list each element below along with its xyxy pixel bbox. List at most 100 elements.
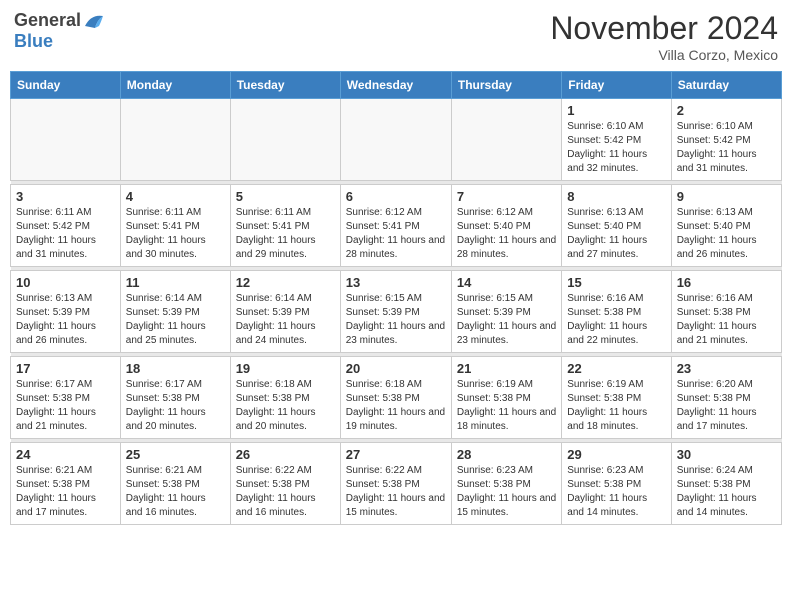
- day-number: 11: [126, 275, 225, 290]
- day-info: Sunrise: 6:23 AM Sunset: 5:38 PM Dayligh…: [457, 464, 556, 520]
- logo-general-text: General: [14, 10, 81, 31]
- calendar-cell: 19Sunrise: 6:18 AM Sunset: 5:38 PM Dayli…: [230, 357, 340, 439]
- column-header-tuesday: Tuesday: [230, 72, 340, 99]
- title-section: November 2024 Villa Corzo, Mexico: [550, 10, 778, 63]
- logo: General Blue: [14, 10, 105, 52]
- calendar-cell: [11, 99, 121, 181]
- calendar-cell: [230, 99, 340, 181]
- day-number: 16: [677, 275, 776, 290]
- day-info: Sunrise: 6:21 AM Sunset: 5:38 PM Dayligh…: [126, 464, 225, 520]
- calendar-cell: 29 Sunrise: 6:23 AM Sunset: 5:38 PM Dayli…: [562, 443, 671, 525]
- day-info: Sunrise: 6:24 AM Sunset: 5:38 PM Dayligh…: [677, 464, 776, 520]
- day-number: 19: [236, 361, 335, 376]
- calendar-cell: 28 Sunrise: 6:23 AM Sunset: 5:38 PM Dayli…: [451, 443, 561, 525]
- day-number: 26: [236, 447, 335, 462]
- calendar-header-row: SundayMondayTuesdayWednesdayThursdayFrid…: [11, 72, 782, 99]
- calendar-cell: 14Sunrise: 6:15 AM Sunset: 5:39 PM Dayli…: [451, 271, 561, 353]
- day-info: Sunrise: 6:18 AM Sunset: 5:38 PM Dayligh…: [346, 378, 446, 434]
- day-info: Sunrise: 6:12 AM Sunset: 5:40 PM Dayligh…: [457, 206, 556, 262]
- calendar-cell: 9Sunrise: 6:13 AM Sunset: 5:40 PM Daylig…: [671, 185, 781, 267]
- day-info: Sunrise: 6:20 AM Sunset: 5:38 PM Dayligh…: [677, 378, 776, 434]
- calendar-cell: 21 Sunrise: 6:19 AM Sunset: 5:38 PM Dayli…: [451, 357, 561, 439]
- calendar-cell: [340, 99, 451, 181]
- calendar-cell: 24 Sunrise: 6:21 AM Sunset: 5:38 PM Dayli…: [11, 443, 121, 525]
- day-number: 18: [126, 361, 225, 376]
- day-info: Sunrise: 6:13 AM Sunset: 5:40 PM Dayligh…: [677, 206, 776, 262]
- day-info: Sunrise: 6:13 AM Sunset: 5:39 PM Dayligh…: [16, 292, 115, 348]
- location-subtitle: Villa Corzo, Mexico: [550, 47, 778, 63]
- page-header: General Blue November 2024 Villa Corzo, …: [10, 10, 782, 63]
- day-number: 15: [567, 275, 665, 290]
- logo-bird-icon: [83, 12, 105, 30]
- calendar-cell: 1Sunrise: 6:10 AM Sunset: 5:42 PM Daylig…: [562, 99, 671, 181]
- day-info: Sunrise: 6:16 AM Sunset: 5:38 PM Dayligh…: [567, 292, 665, 348]
- day-info: Sunrise: 6:23 AM Sunset: 5:38 PM Dayligh…: [567, 464, 665, 520]
- calendar-week-row: 1Sunrise: 6:10 AM Sunset: 5:42 PM Daylig…: [11, 99, 782, 181]
- day-number: 25: [126, 447, 225, 462]
- day-info: Sunrise: 6:15 AM Sunset: 5:39 PM Dayligh…: [457, 292, 556, 348]
- calendar-cell: 2Sunrise: 6:10 AM Sunset: 5:42 PM Daylig…: [671, 99, 781, 181]
- day-info: Sunrise: 6:19 AM Sunset: 5:38 PM Dayligh…: [567, 378, 665, 434]
- day-number: 21: [457, 361, 556, 376]
- day-info: Sunrise: 6:11 AM Sunset: 5:42 PM Dayligh…: [16, 206, 115, 262]
- calendar-cell: 10 Sunrise: 6:13 AM Sunset: 5:39 PM Dayli…: [11, 271, 121, 353]
- day-number: 5: [236, 189, 335, 204]
- column-header-monday: Monday: [120, 72, 230, 99]
- calendar-cell: 7 Sunrise: 6:12 AM Sunset: 5:40 PM Daylig…: [451, 185, 561, 267]
- calendar-cell: 15 Sunrise: 6:16 AM Sunset: 5:38 PM Dayli…: [562, 271, 671, 353]
- calendar-cell: [451, 99, 561, 181]
- calendar-table: SundayMondayTuesdayWednesdayThursdayFrid…: [10, 71, 782, 525]
- column-header-saturday: Saturday: [671, 72, 781, 99]
- calendar-cell: 23Sunrise: 6:20 AM Sunset: 5:38 PM Dayli…: [671, 357, 781, 439]
- day-number: 27: [346, 447, 446, 462]
- day-number: 22: [567, 361, 665, 376]
- calendar-cell: 22 Sunrise: 6:19 AM Sunset: 5:38 PM Dayli…: [562, 357, 671, 439]
- day-number: 17: [16, 361, 115, 376]
- column-header-friday: Friday: [562, 72, 671, 99]
- calendar-cell: 18 Sunrise: 6:17 AM Sunset: 5:38 PM Dayli…: [120, 357, 230, 439]
- calendar-cell: 16 Sunrise: 6:16 AM Sunset: 5:38 PM Dayli…: [671, 271, 781, 353]
- day-number: 20: [346, 361, 446, 376]
- day-number: 3: [16, 189, 115, 204]
- day-info: Sunrise: 6:14 AM Sunset: 5:39 PM Dayligh…: [236, 292, 335, 348]
- day-info: Sunrise: 6:15 AM Sunset: 5:39 PM Dayligh…: [346, 292, 446, 348]
- day-info: Sunrise: 6:21 AM Sunset: 5:38 PM Dayligh…: [16, 464, 115, 520]
- day-info: Sunrise: 6:10 AM Sunset: 5:42 PM Dayligh…: [677, 120, 776, 176]
- column-header-thursday: Thursday: [451, 72, 561, 99]
- day-info: Sunrise: 6:19 AM Sunset: 5:38 PM Dayligh…: [457, 378, 556, 434]
- calendar-cell: 20 Sunrise: 6:18 AM Sunset: 5:38 PM Dayli…: [340, 357, 451, 439]
- calendar-cell: 8Sunrise: 6:13 AM Sunset: 5:40 PM Daylig…: [562, 185, 671, 267]
- day-info: Sunrise: 6:14 AM Sunset: 5:39 PM Dayligh…: [126, 292, 225, 348]
- day-info: Sunrise: 6:17 AM Sunset: 5:38 PM Dayligh…: [126, 378, 225, 434]
- month-title: November 2024: [550, 10, 778, 47]
- column-header-sunday: Sunday: [11, 72, 121, 99]
- day-info: Sunrise: 6:11 AM Sunset: 5:41 PM Dayligh…: [236, 206, 335, 262]
- day-info: Sunrise: 6:16 AM Sunset: 5:38 PM Dayligh…: [677, 292, 776, 348]
- calendar-cell: 17 Sunrise: 6:17 AM Sunset: 5:38 PM Dayli…: [11, 357, 121, 439]
- day-info: Sunrise: 6:11 AM Sunset: 5:41 PM Dayligh…: [126, 206, 225, 262]
- day-number: 7: [457, 189, 556, 204]
- calendar-cell: 25 Sunrise: 6:21 AM Sunset: 5:38 PM Dayli…: [120, 443, 230, 525]
- calendar-cell: 13Sunrise: 6:15 AM Sunset: 5:39 PM Dayli…: [340, 271, 451, 353]
- calendar-cell: 30 Sunrise: 6:24 AM Sunset: 5:38 PM Dayli…: [671, 443, 781, 525]
- calendar-week-row: 3 Sunrise: 6:11 AM Sunset: 5:42 PM Daylig…: [11, 185, 782, 267]
- calendar-cell: [120, 99, 230, 181]
- day-info: Sunrise: 6:12 AM Sunset: 5:41 PM Dayligh…: [346, 206, 446, 262]
- day-number: 28: [457, 447, 556, 462]
- calendar-cell: 26Sunrise: 6:22 AM Sunset: 5:38 PM Dayli…: [230, 443, 340, 525]
- day-info: Sunrise: 6:10 AM Sunset: 5:42 PM Dayligh…: [567, 120, 665, 176]
- calendar-cell: 27 Sunrise: 6:22 AM Sunset: 5:38 PM Dayli…: [340, 443, 451, 525]
- day-info: Sunrise: 6:13 AM Sunset: 5:40 PM Dayligh…: [567, 206, 665, 262]
- day-info: Sunrise: 6:17 AM Sunset: 5:38 PM Dayligh…: [16, 378, 115, 434]
- calendar-cell: 12 Sunrise: 6:14 AM Sunset: 5:39 PM Dayli…: [230, 271, 340, 353]
- calendar-cell: 5 Sunrise: 6:11 AM Sunset: 5:41 PM Daylig…: [230, 185, 340, 267]
- day-number: 30: [677, 447, 776, 462]
- day-info: Sunrise: 6:22 AM Sunset: 5:38 PM Dayligh…: [346, 464, 446, 520]
- column-header-wednesday: Wednesday: [340, 72, 451, 99]
- day-number: 24: [16, 447, 115, 462]
- logo-blue-text: Blue: [14, 31, 53, 51]
- calendar-cell: 6Sunrise: 6:12 AM Sunset: 5:41 PM Daylig…: [340, 185, 451, 267]
- day-number: 29: [567, 447, 665, 462]
- day-number: 12: [236, 275, 335, 290]
- day-number: 10: [16, 275, 115, 290]
